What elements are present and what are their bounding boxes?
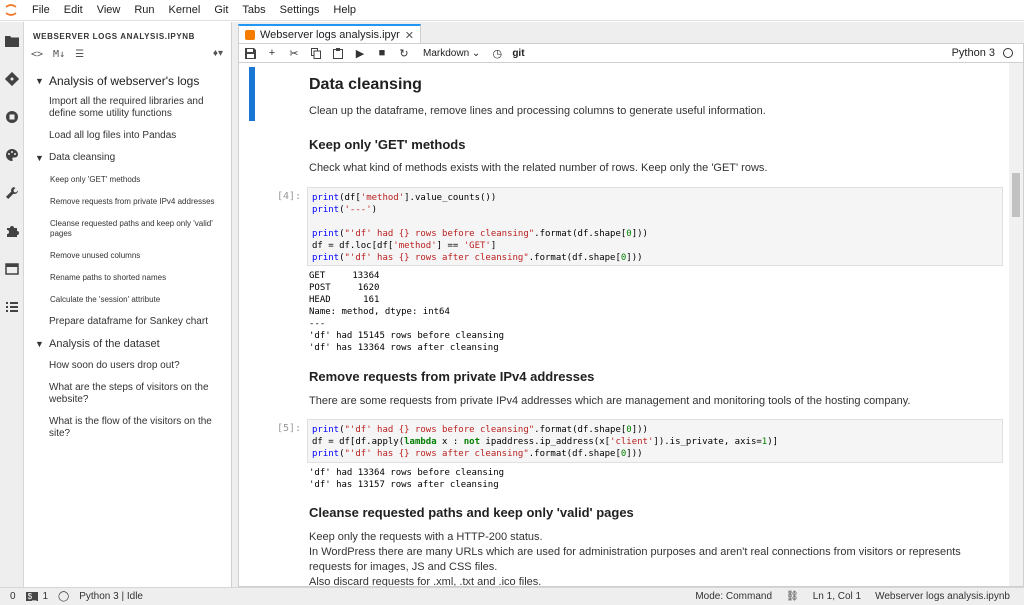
caret-down-icon[interactable]: ▼ [35, 152, 49, 164]
toc-item[interactable]: What are the steps of visitors on the we… [25, 377, 231, 411]
toc-numbering-icon[interactable]: ☰ [75, 49, 84, 60]
notebook-panel[interactable]: Data cleansing Clean up the dataframe, r… [238, 63, 1024, 587]
toc-item[interactable]: Rename paths to shorted names [25, 267, 231, 289]
heading-remove-private: Remove requests from private IPv4 addres… [309, 369, 595, 384]
toc-item[interactable]: Cleanse requested paths and keep only 'v… [25, 213, 231, 245]
git-button[interactable]: git [512, 48, 524, 59]
tab-notebook[interactable]: Webserver logs analysis.ipyr ✕ [238, 24, 421, 44]
menu-edit[interactable]: Edit [57, 0, 90, 21]
toc-item[interactable]: Calculate the 'session' attribute [25, 289, 231, 311]
kernel-status[interactable]: Python 3 | Idle [79, 591, 143, 602]
toc-item[interactable]: How soon do users drop out? [25, 355, 231, 377]
code-cell[interactable]: print(df['method'].value_counts()) print… [307, 187, 1003, 266]
toc-item[interactable]: What is the flow of the visitors on the … [25, 411, 231, 445]
git-icon[interactable] [0, 60, 24, 98]
table-of-contents-icon[interactable] [0, 288, 24, 326]
menu-settings[interactable]: Settings [273, 0, 327, 21]
toc-code-toggle-icon[interactable]: <> [31, 49, 43, 60]
extension-puzzle-icon[interactable] [0, 212, 24, 250]
cut-icon[interactable]: ✂ [283, 43, 305, 63]
tab-label: Webserver logs analysis.ipyr [260, 29, 400, 41]
clock-icon[interactable]: ◷ [486, 43, 508, 63]
paste-icon[interactable] [327, 43, 349, 63]
menu-git[interactable]: Git [207, 0, 235, 21]
mode-indicator[interactable]: Mode: Command [695, 591, 772, 602]
heading-keep-get: Keep only 'GET' methods [309, 137, 466, 152]
cell-output: GET 13364 POST 1620 HEAD 161 Name: metho… [309, 271, 505, 353]
current-filename: Webserver logs analysis.ipynb [875, 591, 1010, 602]
toc-item[interactable]: Remove requests from private IPv4 addres… [25, 191, 231, 213]
menu-kernel[interactable]: Kernel [162, 0, 208, 21]
toc-title: WEBSERVER LOGS ANALYSIS.IPYNB [33, 32, 196, 41]
globe-icon[interactable]: ◯ [58, 591, 69, 602]
toc-item[interactable]: ▼ Analysis of webserver's logs [25, 71, 231, 91]
menu-view[interactable]: View [90, 0, 128, 21]
notebook-icon [245, 30, 255, 40]
heading-data-cleansing: Data cleansing [309, 76, 422, 93]
toc-item[interactable]: ▼ Analysis of the dataset [25, 333, 231, 355]
menu-bar: File Edit View Run Kernel Git Tabs Setti… [0, 0, 1024, 21]
terminal-icon: $_ [25, 592, 39, 601]
toc-item[interactable]: Load all log files into Pandas [25, 125, 231, 147]
heading-cleanse-paths: Cleanse requested paths and keep only 'v… [309, 505, 634, 520]
shield-icon[interactable]: ⛓ [786, 591, 799, 602]
status-right: Mode: Command ⛓ Ln 1, Col 1 Webserver lo… [695, 591, 1024, 602]
markdown-text: Keep only the requests with a HTTP-200 s… [309, 531, 543, 543]
caret-down-icon[interactable]: ▼ [35, 74, 49, 88]
save-icon[interactable] [239, 43, 261, 63]
scrollbar-thumb[interactable] [1012, 173, 1020, 217]
menu-run[interactable]: Run [127, 0, 161, 21]
toc-markdown-toggle-icon[interactable]: M↓ [53, 49, 65, 60]
kernel-name[interactable]: Python 3 [952, 47, 995, 59]
jupyter-logo-icon [0, 0, 22, 21]
terminals-count-value: 1 [42, 591, 49, 602]
copy-icon[interactable] [305, 43, 327, 63]
toc-toolbar: <> M↓ ☰ ♦▾ [25, 44, 231, 64]
close-icon[interactable]: ✕ [405, 29, 414, 42]
toc-list: ▼ Analysis of webserver's logs Import all… [25, 71, 231, 445]
kernel-status-icon [1003, 48, 1013, 58]
menu-help[interactable]: Help [326, 0, 363, 21]
wrench-icon[interactable] [0, 174, 24, 212]
palette-icon[interactable] [0, 136, 24, 174]
running-kernels-icon[interactable] [0, 98, 24, 136]
menu-tabs[interactable]: Tabs [235, 0, 272, 21]
markdown-text: Also discard requests for .xml, .txt and… [309, 576, 542, 587]
markdown-text: In WordPress there are many URLs which a… [309, 546, 961, 573]
menu-file[interactable]: File [22, 0, 57, 21]
toc-item[interactable]: Remove unused columns [25, 245, 231, 267]
activity-bar [0, 22, 24, 587]
run-icon[interactable]: ▶ [349, 43, 371, 63]
chevron-down-icon: ⌄ [471, 47, 481, 59]
terminals-count[interactable]: $_ 1 [25, 591, 49, 602]
tag-filter-icon[interactable]: ♦▾ [213, 48, 223, 59]
markdown-text: Check what kind of methods exists with t… [309, 162, 768, 174]
status-zero[interactable]: 0 [10, 591, 16, 602]
cell-prompt: [4]: [277, 191, 302, 202]
table-of-contents-panel: WEBSERVER LOGS ANALYSIS.IPYNB <> M↓ ☰ ♦▾… [25, 22, 232, 587]
active-cell-marker [249, 67, 255, 121]
markdown-text: Clean up the dataframe, remove lines and… [309, 105, 766, 117]
stop-icon[interactable]: ■ [371, 43, 393, 63]
notebook-scrollbar[interactable] [1009, 63, 1023, 586]
cell-output: 'df' had 13364 rows before cleansing 'df… [309, 468, 505, 490]
tabs-icon[interactable] [0, 250, 24, 288]
code-cell[interactable]: print("'df' had {} rows before cleansing… [307, 419, 1003, 463]
cell-type-dropdown[interactable]: Markdown ⌄ [423, 48, 480, 59]
markdown-text: There are some requests from private IPv… [309, 395, 911, 407]
notebook-toolbar: + ✂ ▶ ■ ↻ Markdown ⌄ ◷ git Python 3 [238, 43, 1024, 63]
restart-icon[interactable]: ↻ [393, 43, 415, 63]
cursor-position[interactable]: Ln 1, Col 1 [813, 591, 861, 602]
caret-down-icon[interactable]: ▼ [35, 338, 49, 350]
toc-item[interactable]: ▼ Data cleansing [25, 147, 231, 169]
folder-icon[interactable] [0, 22, 24, 60]
tab-bar: Webserver logs analysis.ipyr ✕ [232, 22, 1024, 44]
add-cell-icon[interactable]: + [261, 43, 283, 63]
toc-item[interactable]: Prepare dataframe for Sankey chart [25, 311, 231, 333]
toc-item[interactable]: Import all the required libraries and de… [25, 91, 231, 125]
cell-prompt: [5]: [277, 423, 302, 434]
main-area: Webserver logs analysis.ipyr ✕ + ✂ ▶ ■ ↻… [232, 22, 1024, 587]
toc-item[interactable]: Keep only 'GET' methods [25, 169, 231, 191]
status-bar: 0 $_ 1 ◯ Python 3 | Idle Mode: Command ⛓… [0, 587, 1024, 605]
